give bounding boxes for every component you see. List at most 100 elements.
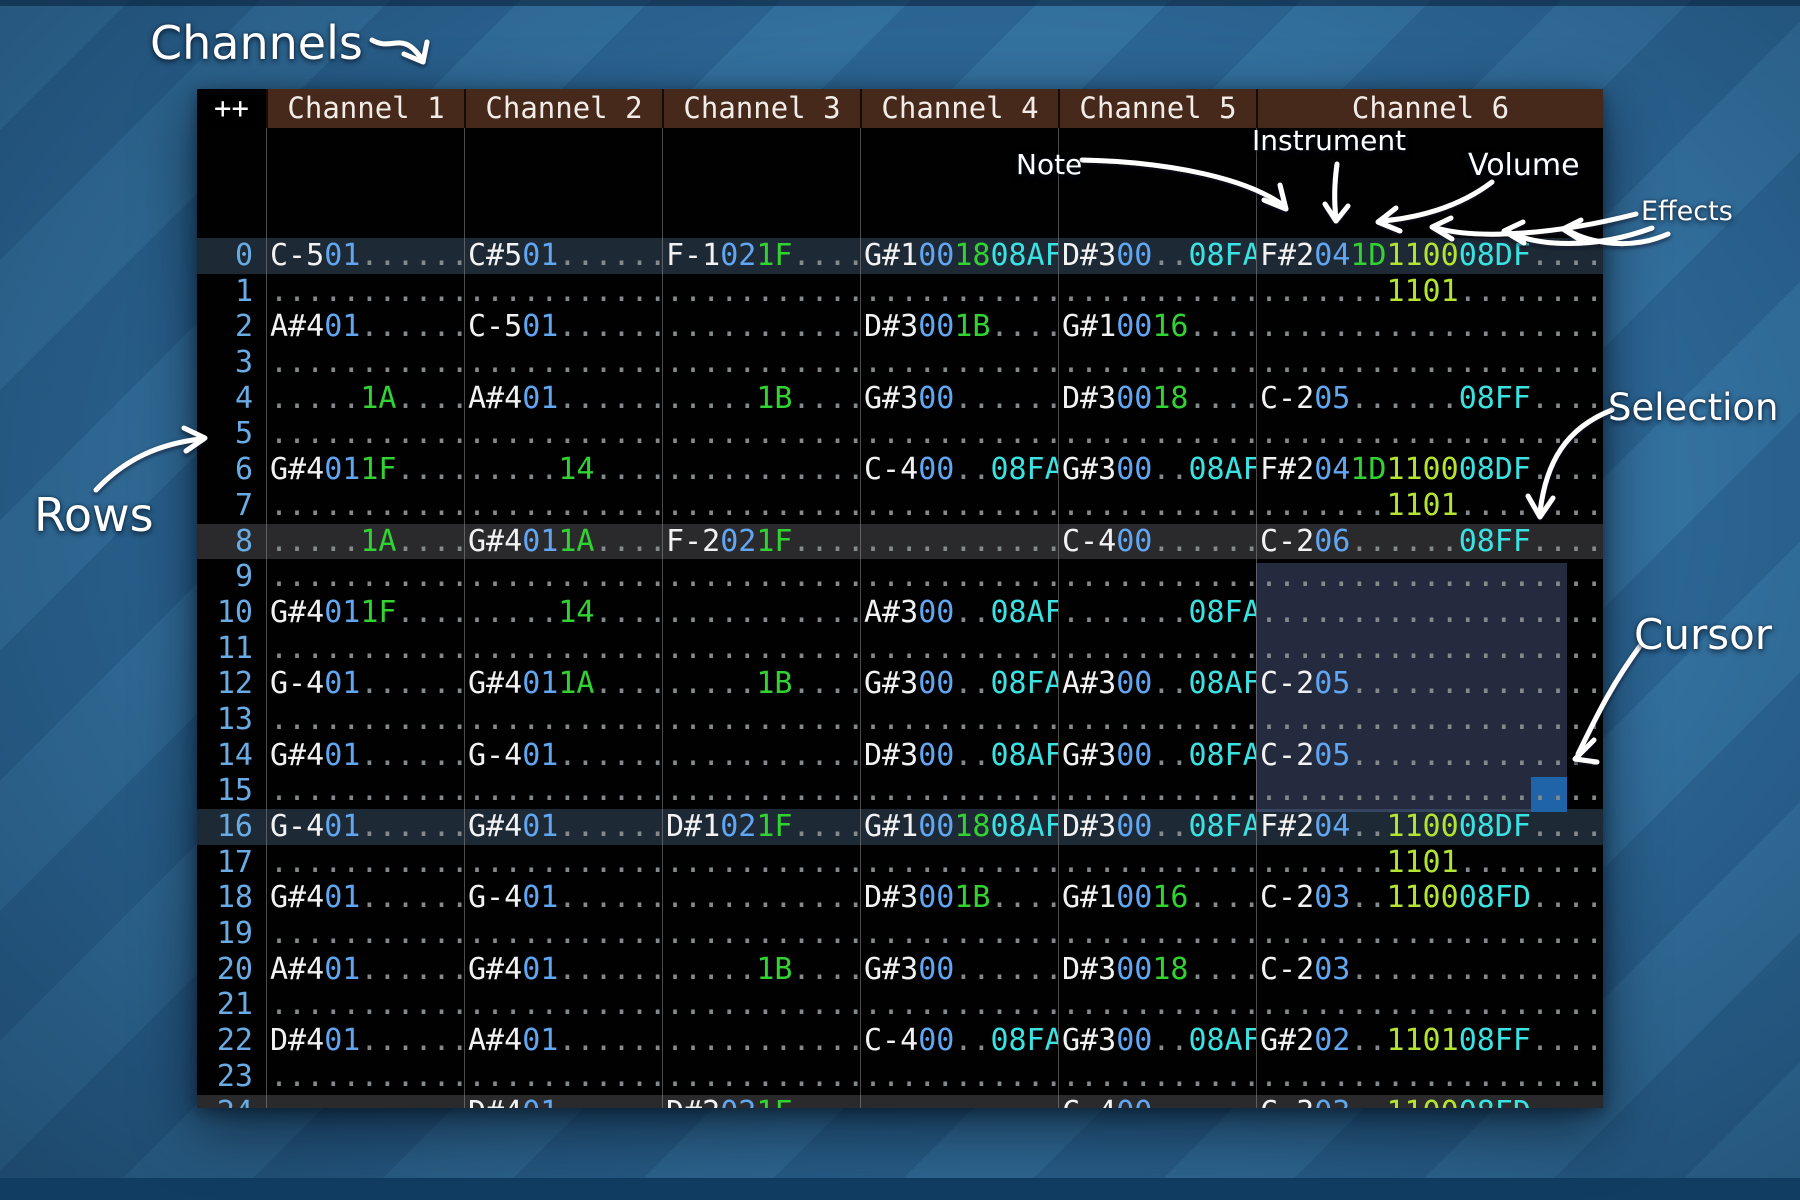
pattern-cell-ch6[interactable]: F#204..110008DF....	[1256, 809, 1603, 845]
pattern-cell-ch1[interactable]: ...........	[266, 274, 464, 310]
pattern-cell-ch4[interactable]: ...........	[860, 488, 1058, 524]
pattern-cell-ch6[interactable]: C-205..............	[1256, 666, 1603, 702]
pattern-cell-ch6[interactable]: ...................	[1256, 309, 1603, 345]
pattern-cell-ch2[interactable]: ...........	[464, 845, 662, 881]
pattern-cell-ch1[interactable]: ...........	[266, 916, 464, 952]
pattern-cell-ch1[interactable]: C-501......	[266, 238, 464, 274]
pattern-cell-ch1[interactable]: ...........	[266, 702, 464, 738]
pattern-cell-ch2[interactable]: .....14....	[464, 595, 662, 631]
pattern-cell-ch3[interactable]: ...........	[662, 880, 860, 916]
pattern-cell-ch5[interactable]: G#300..08AF	[1058, 1023, 1256, 1059]
pattern-cell-ch1[interactable]: G#4011F....	[266, 595, 464, 631]
pattern-cell-ch6[interactable]: C-203..............	[1256, 952, 1603, 988]
pattern-cell-ch4[interactable]: ...........	[860, 916, 1058, 952]
pattern-cell-ch6[interactable]: ...................	[1256, 416, 1603, 452]
pattern-cell-ch5[interactable]: C-400......	[1058, 1095, 1256, 1109]
pattern-cell-ch2[interactable]: D#401......	[464, 1095, 662, 1109]
pattern-cell-ch2[interactable]: ...........	[464, 416, 662, 452]
pattern-cell-ch6[interactable]: G#202..110108FF....	[1256, 1023, 1603, 1059]
pattern-cell-ch5[interactable]: G#10016....	[1058, 880, 1256, 916]
pattern-cell-ch2[interactable]: ...........	[464, 1059, 662, 1095]
pattern-cell-ch4[interactable]: G#1001808AF	[860, 809, 1058, 845]
pattern-cell-ch4[interactable]: ...........	[860, 1059, 1058, 1095]
pattern-cell-ch4[interactable]: ...........	[860, 702, 1058, 738]
pattern-cell-ch3[interactable]: ...........	[662, 488, 860, 524]
pattern-cell-ch3[interactable]: ...........	[662, 1023, 860, 1059]
pattern-cell-ch4[interactable]: ...........	[860, 631, 1058, 667]
pattern-cell-ch5[interactable]: ...........	[1058, 773, 1256, 809]
channel-header-2[interactable]: Channel 2	[464, 89, 662, 128]
pattern-cell-ch5[interactable]: ...........	[1058, 916, 1256, 952]
pattern-cell-ch3[interactable]: ...........	[662, 1059, 860, 1095]
pattern-cell-ch2[interactable]: ...........	[464, 345, 662, 381]
pattern-cell-ch5[interactable]: ...........	[1058, 1059, 1256, 1095]
pattern-cell-ch3[interactable]: ...........	[662, 452, 860, 488]
pattern-cell-ch4[interactable]: ...........	[860, 845, 1058, 881]
pattern-cell-ch2[interactable]: ...........	[464, 773, 662, 809]
pattern-cell-ch3[interactable]: F-2021F....	[662, 524, 860, 560]
pattern-cell-ch1[interactable]: A#401......	[266, 309, 464, 345]
pattern-cell-ch4[interactable]: A#300..08AF	[860, 595, 1058, 631]
pattern-cell-ch1[interactable]: ...........	[266, 987, 464, 1023]
pattern-cell-ch3[interactable]: ...........	[662, 916, 860, 952]
pattern-cell-ch1[interactable]: ...........	[266, 1059, 464, 1095]
pattern-cell-ch4[interactable]: G#300......	[860, 381, 1058, 417]
pattern-cell-ch4[interactable]: ...........	[860, 773, 1058, 809]
pattern-cell-ch4[interactable]: ...........	[860, 524, 1058, 560]
pattern-cell-ch2[interactable]: ...........	[464, 987, 662, 1023]
pattern-cell-ch4[interactable]: D#300..08AF	[860, 738, 1058, 774]
pattern-cell-ch3[interactable]: ...........	[662, 845, 860, 881]
pattern-cell-ch4[interactable]: ...........	[860, 1095, 1058, 1109]
pattern-cell-ch6[interactable]: ...................	[1256, 595, 1603, 631]
pattern-cell-ch1[interactable]: .....1A....	[266, 381, 464, 417]
pattern-cell-ch6[interactable]: F#2041D110008DF....	[1256, 452, 1603, 488]
pattern-corner-cell[interactable]: ++	[197, 89, 266, 128]
pattern-cell-ch4[interactable]: ...........	[860, 345, 1058, 381]
pattern-cell-ch1[interactable]: .....1A....	[266, 524, 464, 560]
pattern-cell-ch5[interactable]: D#30018....	[1058, 952, 1256, 988]
pattern-cell-ch3[interactable]: .....1B....	[662, 666, 860, 702]
pattern-cell-ch5[interactable]: ...........	[1058, 559, 1256, 595]
pattern-cell-ch1[interactable]: ...........	[266, 559, 464, 595]
pattern-cell-ch1[interactable]: ...........	[266, 845, 464, 881]
pattern-cell-ch6[interactable]: C-203..110008FD....	[1256, 880, 1603, 916]
pattern-cell-ch5[interactable]: G#300..08FA	[1058, 738, 1256, 774]
pattern-cell-ch3[interactable]: ...........	[662, 416, 860, 452]
channel-header-5[interactable]: Channel 5	[1058, 89, 1256, 128]
pattern-cell-ch2[interactable]: ...........	[464, 916, 662, 952]
pattern-cell-ch5[interactable]: ...........	[1058, 416, 1256, 452]
pattern-cell-ch3[interactable]: ...........	[662, 631, 860, 667]
pattern-cell-ch6[interactable]: ...................	[1256, 987, 1603, 1023]
pattern-cell-ch6[interactable]: C-205..............	[1256, 738, 1603, 774]
pattern-cell-ch1[interactable]: ...........	[266, 631, 464, 667]
pattern-cell-ch2[interactable]: A#401......	[464, 1023, 662, 1059]
pattern-cell-ch5[interactable]: ...........	[1058, 845, 1256, 881]
pattern-cell-ch6[interactable]: F#2041D110008DF....	[1256, 238, 1603, 274]
channel-header-1[interactable]: Channel 1	[266, 89, 464, 128]
pattern-cell-ch2[interactable]: ...........	[464, 274, 662, 310]
pattern-cell-ch6[interactable]: .......1101........	[1256, 274, 1603, 310]
pattern-cell-ch5[interactable]: .......08FA	[1058, 595, 1256, 631]
pattern-cell-ch5[interactable]: C-400......	[1058, 524, 1256, 560]
pattern-cell-ch6[interactable]: ...................	[1256, 916, 1603, 952]
pattern-cell-ch2[interactable]: G-401......	[464, 880, 662, 916]
pattern-cell-ch3[interactable]: ...........	[662, 309, 860, 345]
pattern-cell-ch2[interactable]: G#4011A....	[464, 666, 662, 702]
pattern-cell-ch6[interactable]: ...................	[1256, 559, 1603, 595]
pattern-cell-ch4[interactable]: ...........	[860, 559, 1058, 595]
pattern-cell-ch1[interactable]: ...........	[266, 416, 464, 452]
pattern-cell-ch2[interactable]: ...........	[464, 488, 662, 524]
pattern-cell-ch1[interactable]: G-401......	[266, 809, 464, 845]
pattern-cell-ch1[interactable]: G#401......	[266, 738, 464, 774]
pattern-cell-ch1[interactable]: ...........	[266, 345, 464, 381]
pattern-cell-ch4[interactable]: D#3001B....	[860, 880, 1058, 916]
pattern-cell-ch1[interactable]: ...........	[266, 1095, 464, 1109]
pattern-cell-ch2[interactable]: G#401......	[464, 952, 662, 988]
pattern-cell-ch6[interactable]: ...................	[1256, 345, 1603, 381]
pattern-cell-ch2[interactable]: A#401......	[464, 381, 662, 417]
pattern-cell-ch6[interactable]: C-303..110008FD....	[1256, 1095, 1603, 1109]
pattern-cell-ch5[interactable]: D#30018....	[1058, 381, 1256, 417]
pattern-cell-ch4[interactable]: G#300......	[860, 952, 1058, 988]
pattern-cell-ch3[interactable]: ...........	[662, 595, 860, 631]
pattern-cell-ch5[interactable]: A#300..08AF	[1058, 666, 1256, 702]
